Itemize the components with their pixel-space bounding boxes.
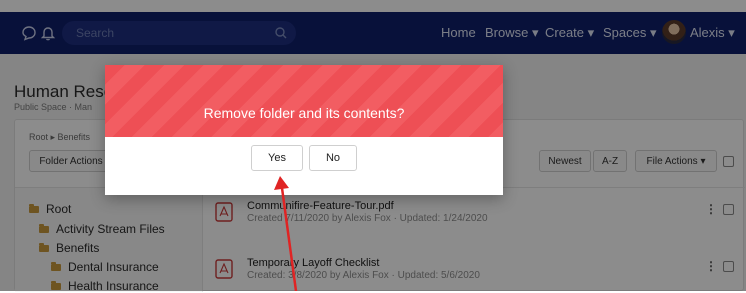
annotation-arrow (274, 176, 298, 291)
